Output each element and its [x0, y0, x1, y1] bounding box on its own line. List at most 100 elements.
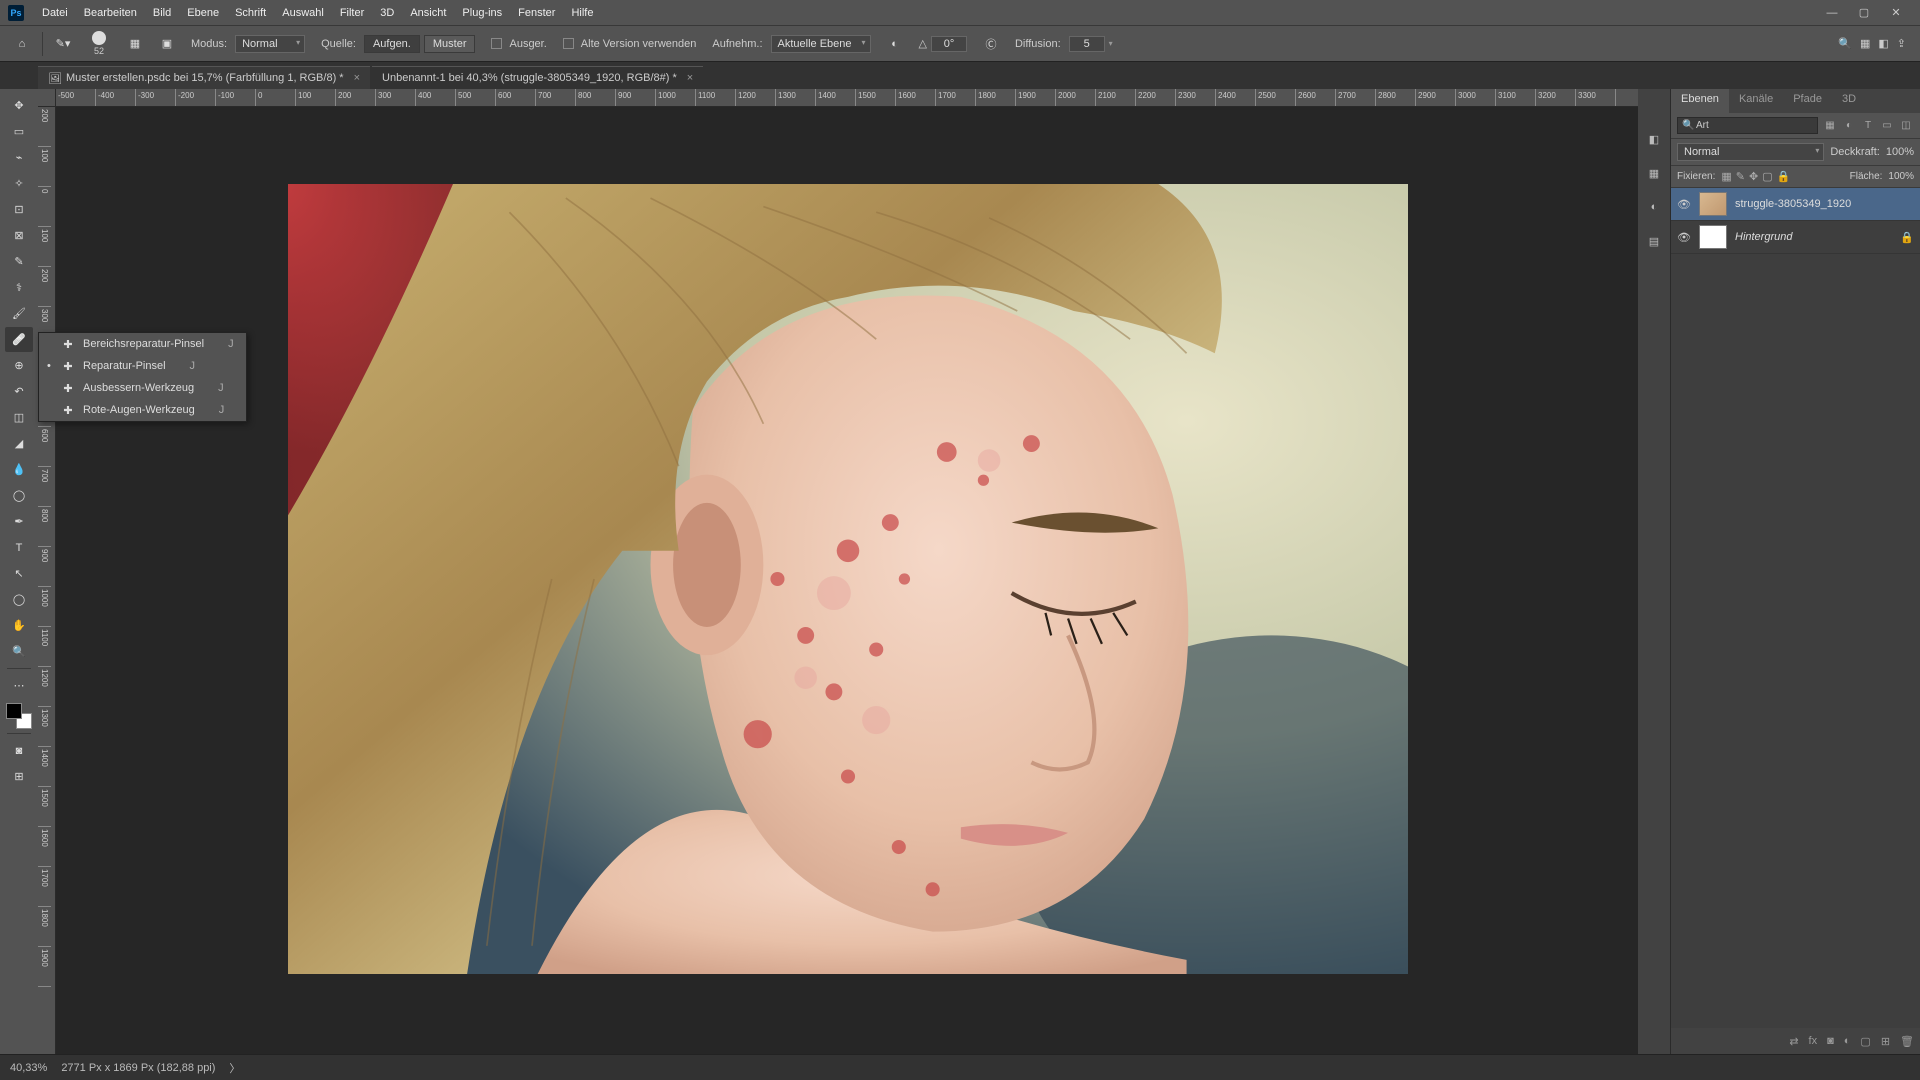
swatches-panel-icon[interactable]: ▦: [1644, 163, 1664, 183]
cloud-docs-icon[interactable]: ▦: [1860, 37, 1870, 50]
filter-shape-icon[interactable]: ▭: [1879, 118, 1895, 134]
filter-smart-icon[interactable]: ◫: [1898, 118, 1914, 134]
sample-dropdown[interactable]: Aktuelle Ebene: [771, 35, 871, 53]
panel-tab-pfade[interactable]: Pfade: [1783, 89, 1832, 113]
color-picker[interactable]: [6, 703, 32, 729]
layer-filter-dropdown[interactable]: 🔍 Art: [1677, 117, 1818, 134]
share-icon[interactable]: ⇪: [1897, 37, 1906, 50]
layer-row[interactable]: 👁struggle-3805349_1920: [1671, 188, 1920, 221]
flyout-ausbessern-werkzeug[interactable]: ✚Ausbessern-WerkzeugJ: [39, 377, 246, 399]
brush-preview[interactable]: 52: [79, 29, 119, 59]
filter-adjust-icon[interactable]: ◐: [1841, 118, 1857, 134]
blur-tool[interactable]: 💧: [5, 457, 33, 482]
panel-tab-ebenen[interactable]: Ebenen: [1671, 89, 1729, 113]
legacy-checkbox[interactable]: [563, 38, 574, 49]
layer-thumbnail[interactable]: [1699, 225, 1727, 249]
document-tab[interactable]: Unbenannt-1 bei 40,3% (struggle-3805349_…: [372, 66, 703, 89]
dodge-tool[interactable]: ◯: [5, 483, 33, 508]
flyout-reparatur-pinsel[interactable]: •✚Reparatur-PinselJ: [39, 355, 246, 377]
lock-pos-icon[interactable]: ✥: [1749, 170, 1758, 183]
quickmask-tool[interactable]: ◙: [5, 738, 33, 763]
link-layers-icon[interactable]: ⇄: [1789, 1035, 1798, 1048]
filter-type-icon[interactable]: T: [1860, 118, 1876, 134]
crop-tool[interactable]: ⊡: [5, 197, 33, 222]
gradient-tool[interactable]: ◢: [5, 431, 33, 456]
clone-source-icon[interactable]: ▣: [153, 30, 181, 58]
search-icon[interactable]: 🔍: [1838, 37, 1852, 50]
menu-schrift[interactable]: Schrift: [227, 0, 274, 25]
color-panel-icon[interactable]: ◧: [1644, 129, 1664, 149]
lasso-tool[interactable]: ⌁: [5, 145, 33, 170]
angle-input[interactable]: 0°: [931, 36, 967, 52]
ignore-adj-icon[interactable]: ◐: [881, 30, 909, 58]
zoom-level[interactable]: 40,33%: [10, 1062, 47, 1074]
history-brush-tool[interactable]: ↶: [5, 379, 33, 404]
tool-preset-icon[interactable]: ✎▾: [49, 30, 77, 58]
patch-tool[interactable]: ⚕: [5, 275, 33, 300]
opacity-value[interactable]: 100%: [1886, 146, 1914, 158]
menu-datei[interactable]: Datei: [34, 0, 76, 25]
move-tool[interactable]: ✥: [5, 93, 33, 118]
menu-bearbeiten[interactable]: Bearbeiten: [76, 0, 145, 25]
menu-bild[interactable]: Bild: [145, 0, 179, 25]
layer-blend-dropdown[interactable]: Normal: [1677, 143, 1824, 161]
panel-tab-kanäle[interactable]: Kanäle: [1729, 89, 1783, 113]
mask-icon[interactable]: ◙: [1827, 1035, 1834, 1047]
menu-hilfe[interactable]: Hilfe: [563, 0, 601, 25]
pattern-button[interactable]: Muster: [424, 35, 476, 53]
sampled-button[interactable]: Aufgen.: [364, 35, 420, 53]
fx-icon[interactable]: fx: [1809, 1035, 1818, 1047]
visibility-icon[interactable]: 👁: [1677, 231, 1691, 244]
panel-tab-3d[interactable]: 3D: [1832, 89, 1866, 113]
tab-close-icon[interactable]: ×: [354, 72, 360, 84]
menu-auswahl[interactable]: Auswahl: [274, 0, 332, 25]
new-layer-icon[interactable]: ⊞: [1881, 1035, 1890, 1048]
tab-close-icon[interactable]: ×: [687, 72, 693, 84]
blend-mode-dropdown[interactable]: Normal: [235, 35, 305, 53]
edit-toolbar[interactable]: ⋯: [5, 673, 33, 698]
menu-filter[interactable]: Filter: [332, 0, 372, 25]
wand-tool[interactable]: ✧: [5, 171, 33, 196]
brush-settings-icon[interactable]: ▦: [121, 30, 149, 58]
status-arrow-icon[interactable]: 〉: [229, 1060, 240, 1076]
lock-trans-icon[interactable]: ▦: [1721, 170, 1731, 183]
eraser-tool[interactable]: ◫: [5, 405, 33, 430]
workspace-icon[interactable]: ◧: [1878, 37, 1888, 50]
menu-ansicht[interactable]: Ansicht: [402, 0, 454, 25]
adjustments-panel-icon[interactable]: ◐: [1644, 197, 1664, 217]
healing-brush-tool[interactable]: 🩹: [5, 327, 33, 352]
screenmode-tool[interactable]: ⊞: [5, 764, 33, 789]
shape-tool[interactable]: ◯: [5, 587, 33, 612]
filter-pixels-icon[interactable]: ▦: [1822, 118, 1838, 134]
group-icon[interactable]: ▢: [1860, 1035, 1870, 1048]
home-icon[interactable]: ⌂: [8, 30, 36, 58]
trash-icon[interactable]: 🗑: [1900, 1035, 1914, 1048]
lock-artboard-icon[interactable]: ▢: [1762, 170, 1772, 183]
menu-fenster[interactable]: Fenster: [510, 0, 563, 25]
frame-tool[interactable]: ⊠: [5, 223, 33, 248]
fill-value[interactable]: 100%: [1888, 171, 1914, 182]
layer-row[interactable]: 👁Hintergrund🔒: [1671, 221, 1920, 254]
maximize-icon[interactable]: ▢: [1848, 0, 1880, 25]
close-icon[interactable]: ✕: [1880, 0, 1912, 25]
path-tool[interactable]: ↖: [5, 561, 33, 586]
hand-tool[interactable]: ✋: [5, 613, 33, 638]
document-tab[interactable]: 🖼Muster erstellen.psdc bei 15,7% (Farbfü…: [38, 66, 370, 89]
aligned-checkbox[interactable]: [491, 38, 502, 49]
eyedropper-tool[interactable]: ✎: [5, 249, 33, 274]
menu-ebene[interactable]: Ebene: [179, 0, 227, 25]
minimize-icon[interactable]: —: [1816, 0, 1848, 25]
document-canvas[interactable]: [288, 184, 1408, 974]
libraries-panel-icon[interactable]: ▤: [1644, 231, 1664, 251]
visibility-icon[interactable]: 👁: [1677, 198, 1691, 211]
layer-thumbnail[interactable]: [1699, 192, 1727, 216]
type-tool[interactable]: T: [5, 535, 33, 560]
lock-all-icon[interactable]: 🔒: [1777, 170, 1791, 183]
adjustment-icon[interactable]: ◐: [1844, 1035, 1851, 1047]
flyout-bereichsreparatur-pinsel[interactable]: ✚Bereichsreparatur-PinselJ: [39, 333, 246, 355]
menu-3d[interactable]: 3D: [372, 0, 402, 25]
menu-plug-ins[interactable]: Plug-ins: [454, 0, 510, 25]
flyout-rote-augen-werkzeug[interactable]: ✚Rote-Augen-WerkzeugJ: [39, 399, 246, 421]
brush-tool[interactable]: 🖌: [5, 301, 33, 326]
pen-tool[interactable]: ✒: [5, 509, 33, 534]
